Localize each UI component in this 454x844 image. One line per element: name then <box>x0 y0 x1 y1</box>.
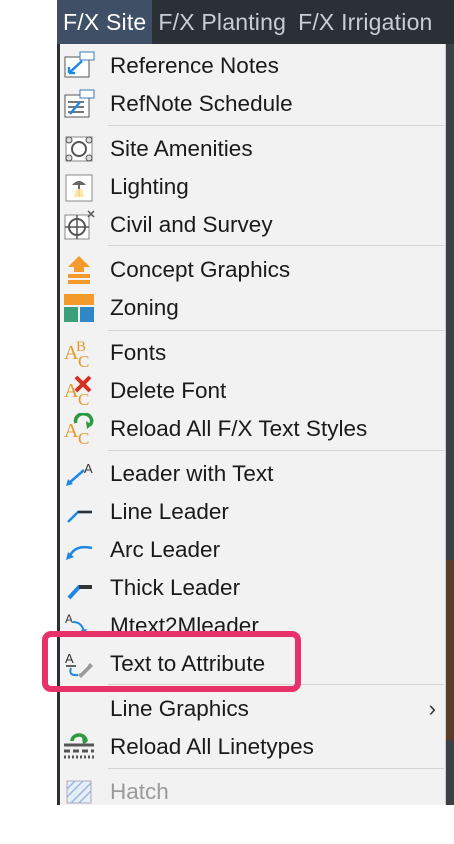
svg-text:C: C <box>78 352 89 369</box>
menu-separator <box>108 330 444 331</box>
tab-fx-planting[interactable]: F/X Planting <box>152 0 292 44</box>
menu-item-refnote-schedule[interactable]: RefNote Schedule <box>60 85 446 123</box>
menu-item-label: RefNote Schedule <box>110 91 293 116</box>
menu-item-civil-survey[interactable]: Civil and Survey <box>60 206 446 244</box>
thick-leader-icon <box>62 572 96 604</box>
menu-item-label: Zoning <box>110 295 179 320</box>
lighting-icon <box>62 171 96 203</box>
refnote-schedule-icon <box>62 88 96 120</box>
menu-item-reference-notes[interactable]: Reference Notes <box>60 47 446 85</box>
menu-item-label: Reference Notes <box>110 53 279 78</box>
menu-item-line-leader[interactable]: Line Leader <box>60 493 446 531</box>
menu-item-label: Fonts <box>110 340 167 365</box>
menu-separator <box>108 125 444 126</box>
concept-graphics-icon <box>62 254 96 286</box>
menu-item-hatch: Hatch <box>60 773 446 811</box>
civil-survey-icon <box>62 209 96 241</box>
app-background-right <box>446 0 454 805</box>
menu-separator <box>108 450 444 451</box>
svg-text:C: C <box>78 429 89 445</box>
svg-text:A: A <box>84 461 93 476</box>
menubar: F/X Site F/X Planting F/X Irrigation <box>57 0 454 44</box>
menu-item-delete-font[interactable]: AC Delete Font <box>60 372 446 410</box>
menu-item-zoning[interactable]: Zoning <box>60 289 446 327</box>
reload-text-styles-icon: AC <box>62 412 96 448</box>
menu-item-leader-with-text[interactable]: A Leader with Text <box>60 455 446 493</box>
menu-item-label: Line Graphics <box>110 696 249 721</box>
menu-item-reload-linetypes[interactable]: Reload All Linetypes <box>60 728 446 766</box>
fonts-icon: ABC <box>62 337 96 371</box>
menu-item-line-graphics[interactable]: Line Graphics › <box>60 690 446 728</box>
svg-text:A: A <box>65 612 73 626</box>
menu-item-label: Leader with Text <box>110 461 274 486</box>
svg-text:C: C <box>78 390 89 407</box>
drawing-area <box>446 560 454 740</box>
site-amenities-icon <box>62 133 96 165</box>
menu-item-label: Lighting <box>110 174 189 199</box>
menu-separator <box>108 245 444 246</box>
svg-text:A: A <box>64 420 79 442</box>
hatch-icon <box>62 776 96 808</box>
menu-item-fonts[interactable]: ABC Fonts <box>60 334 446 372</box>
arc-leader-icon <box>62 534 96 566</box>
menu-item-label: Reload All F/X Text Styles <box>110 416 368 441</box>
zoning-icon <box>62 292 96 324</box>
menu-item-label: Delete Font <box>110 378 227 403</box>
menu-item-lighting[interactable]: Lighting <box>60 168 446 206</box>
leader-with-text-icon: A <box>62 458 96 490</box>
menu-item-concept-graphics[interactable]: Concept Graphics <box>60 251 446 289</box>
tab-fx-site[interactable]: F/X Site <box>57 0 153 44</box>
menu-item-label: Arc Leader <box>110 537 221 562</box>
menu-item-label: Hatch <box>110 779 169 804</box>
delete-font-icon: AC <box>62 375 96 409</box>
text-to-attribute-highlight <box>42 631 301 692</box>
menu-item-reload-text-styles[interactable]: AC Reload All F/X Text Styles <box>60 410 446 448</box>
menu-item-label: Civil and Survey <box>110 212 273 237</box>
menu-item-label: Site Amenities <box>110 136 253 161</box>
tab-fx-irrigation[interactable]: F/X Irrigation <box>292 0 438 44</box>
menu-item-label: Line Leader <box>110 499 229 524</box>
line-leader-icon <box>62 496 96 528</box>
menu-item-label: Concept Graphics <box>110 257 291 282</box>
menu-separator <box>108 768 444 769</box>
reference-notes-icon <box>62 50 96 82</box>
reload-linetypes-icon <box>62 731 96 763</box>
submenu-arrow-icon: › <box>428 696 436 721</box>
menu-item-arc-leader[interactable]: Arc Leader <box>60 531 446 569</box>
menu-item-site-amenities[interactable]: Site Amenities <box>60 130 446 168</box>
menu-item-label: Reload All Linetypes <box>110 734 314 759</box>
menu-item-thick-leader[interactable]: Thick Leader <box>60 569 446 607</box>
menu-item-label: Thick Leader <box>110 575 241 600</box>
